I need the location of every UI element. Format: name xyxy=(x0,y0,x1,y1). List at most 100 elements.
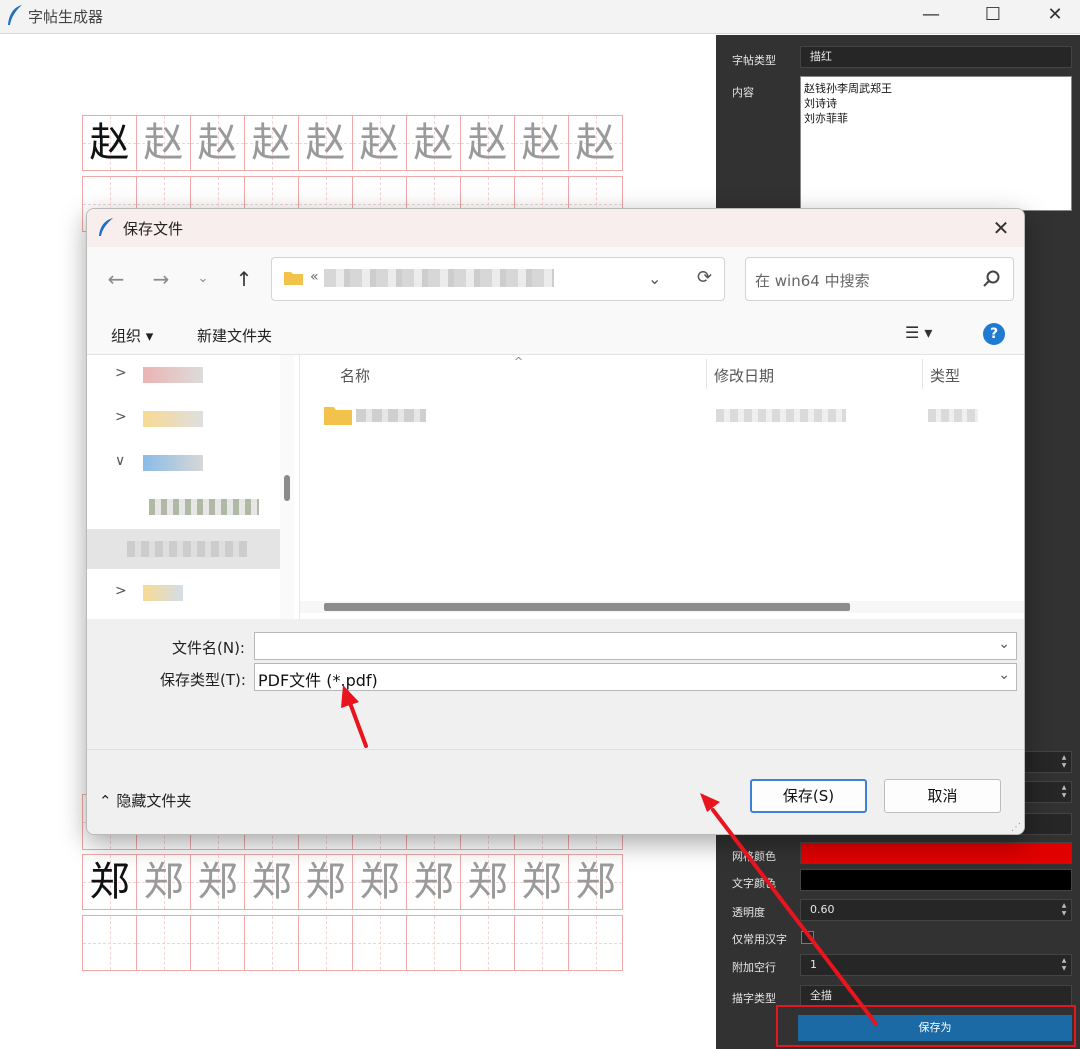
folder-icon xyxy=(284,272,303,285)
filename-input[interactable]: ⌄ xyxy=(254,632,1017,660)
command-bar: 组织 ▾ 新建文件夹 ☰ ▾ ? xyxy=(87,313,1024,355)
nav-tree-item[interactable] xyxy=(87,487,287,527)
content-line: 赵钱孙李周武郑王 xyxy=(804,82,892,95)
grid-char: 赵 xyxy=(197,120,238,166)
forward-arrow-icon[interactable]: → xyxy=(149,267,173,291)
type-select[interactable]: 描红 xyxy=(800,46,1072,68)
dialog-footer: ⌃ 隐藏文件夹 保存(S) 取消 ⋰ xyxy=(87,749,1024,834)
column-header-type[interactable]: 类型 xyxy=(930,365,960,386)
refresh-icon[interactable]: ⟳ xyxy=(697,267,712,288)
grid-char: 郑 xyxy=(413,859,454,905)
search-icon[interactable] xyxy=(981,269,1001,289)
chevron-down-icon[interactable]: ⌄ xyxy=(998,636,1010,652)
grid-char: 郑 xyxy=(251,859,292,905)
address-path-blurred xyxy=(324,269,554,287)
common-only-checkbox[interactable] xyxy=(801,931,814,944)
nav-tree-item-selected[interactable] xyxy=(87,529,280,569)
feather-icon xyxy=(8,5,22,25)
dialog-close-button[interactable]: ✕ xyxy=(988,215,1014,241)
grid-row-zheng: 郑 郑 郑 郑 郑 郑 郑 郑 郑 郑 xyxy=(82,854,623,910)
filetype-value: PDF文件 (*.pdf) xyxy=(258,671,378,690)
save-button[interactable]: 保存(S) xyxy=(750,779,867,813)
grid-char: 郑 xyxy=(575,859,616,905)
collapse-chevron-icon[interactable]: ∨ xyxy=(115,453,125,469)
grid-char: 赵 xyxy=(467,120,508,166)
scroll-thumb[interactable] xyxy=(284,475,290,501)
back-arrow-icon[interactable]: ← xyxy=(104,267,128,291)
filetype-select[interactable]: PDF文件 (*.pdf) ⌄ xyxy=(254,663,1017,691)
content-line: 刘诗诗 xyxy=(804,97,837,110)
grid-char: 郑 xyxy=(359,859,400,905)
extra-rows-value: 1 xyxy=(810,958,817,971)
opacity-label: 透明度 xyxy=(732,906,765,919)
expand-chevron-icon[interactable]: > xyxy=(115,365,127,381)
trace-type-select[interactable]: 全描 xyxy=(800,985,1072,1007)
nav-tree-item[interactable]: ∨ xyxy=(87,443,287,483)
hide-folders-toggle[interactable]: ⌃ 隐藏文件夹 xyxy=(99,790,191,811)
resize-grip-icon[interactable]: ⋰ xyxy=(1011,822,1021,833)
file-type-blurred xyxy=(928,409,978,422)
content-textarea[interactable]: 赵钱孙李周武郑王 刘诗诗 刘亦菲菲 xyxy=(800,76,1072,211)
spin-arrows-icon[interactable]: ▲ ▼ xyxy=(1059,957,1069,973)
expand-chevron-icon[interactable]: > xyxy=(115,583,127,599)
chevron-down-icon[interactable]: ⌄ xyxy=(648,269,661,288)
nav-item-blurred xyxy=(143,455,203,471)
navigation-pane: > > ∨ > xyxy=(87,355,295,619)
file-list: ^ 名称 修改日期 类型 xyxy=(299,355,1024,619)
annotation-highlight-box xyxy=(776,1005,1076,1047)
opacity-value: 0.60 xyxy=(810,903,835,916)
horizontal-scrollbar[interactable] xyxy=(300,601,1024,613)
nav-item-blurred xyxy=(149,499,259,515)
grid-char: 郑 xyxy=(467,859,508,905)
view-options-icon[interactable]: ☰ ▾ xyxy=(905,323,932,342)
maximize-button[interactable]: ☐ xyxy=(962,0,1024,30)
grid-char: 郑 xyxy=(521,859,562,905)
nav-tree-item[interactable]: > xyxy=(87,355,287,395)
spin-arrows-icon[interactable]: ▲ ▼ xyxy=(1059,902,1069,918)
navigation-bar: ← → ⌄ ↑ « ⌄ ⟳ 在 win64 中搜索 xyxy=(87,247,1024,313)
organize-menu[interactable]: 组织 ▾ xyxy=(111,325,153,346)
column-header-date[interactable]: 修改日期 xyxy=(714,365,774,386)
extra-rows-spinbox[interactable]: 1 ▲ ▼ xyxy=(800,954,1072,976)
close-button[interactable]: ✕ xyxy=(1024,0,1080,30)
grid-char: 郑 xyxy=(143,859,184,905)
nav-scrollbar[interactable] xyxy=(280,355,294,619)
nav-tree-item[interactable]: > xyxy=(87,573,287,613)
grid-char: 赵 xyxy=(251,120,292,166)
cancel-button[interactable]: 取消 xyxy=(884,779,1001,813)
extra-rows-label: 附加空行 xyxy=(732,961,776,974)
file-date-blurred xyxy=(716,409,846,422)
file-row[interactable] xyxy=(324,405,1014,429)
column-divider[interactable] xyxy=(706,359,707,389)
grid-char: 赵 xyxy=(413,120,454,166)
grid-char: 赵 xyxy=(521,120,562,166)
nav-item-blurred xyxy=(143,585,183,601)
text-color-swatch[interactable] xyxy=(800,869,1072,891)
nav-tree-item[interactable]: > xyxy=(87,399,287,439)
minimize-button[interactable]: — xyxy=(900,0,962,30)
feather-icon xyxy=(99,218,113,236)
column-header-name[interactable]: 名称 xyxy=(340,365,370,386)
up-arrow-icon[interactable]: ↑ xyxy=(232,267,256,291)
spin-arrows-icon[interactable]: ▲ ▼ xyxy=(1059,754,1069,770)
address-bar[interactable]: « ⌄ xyxy=(271,257,725,301)
column-divider[interactable] xyxy=(922,359,923,389)
expand-chevron-icon[interactable]: > xyxy=(115,409,127,425)
new-folder-button[interactable]: 新建文件夹 xyxy=(197,325,272,346)
scroll-thumb[interactable] xyxy=(324,603,850,611)
sort-ascending-icon: ^ xyxy=(514,355,524,368)
title-bar: 字帖生成器 — ☐ ✕ xyxy=(0,0,1080,34)
spin-arrows-icon[interactable]: ▲ ▼ xyxy=(1059,784,1069,800)
grid-char: 郑 xyxy=(305,859,346,905)
save-form: 文件名(N): ⌄ 保存类型(T): PDF文件 (*.pdf) ⌄ xyxy=(87,619,1024,749)
path-overflow-icon: « xyxy=(310,269,319,285)
trace-type-label: 描字类型 xyxy=(732,992,776,1005)
opacity-spinbox[interactable]: 0.60 ▲ ▼ xyxy=(800,899,1072,921)
recent-locations-chevron-icon[interactable]: ⌄ xyxy=(191,267,215,291)
grid-color-label: 网格颜色 xyxy=(732,850,776,863)
grid-color-swatch[interactable] xyxy=(800,842,1072,864)
chevron-down-icon[interactable]: ⌄ xyxy=(998,667,1010,683)
help-icon[interactable]: ? xyxy=(983,323,1005,345)
content-line: 刘亦菲菲 xyxy=(804,112,848,125)
search-box[interactable]: 在 win64 中搜索 xyxy=(745,257,1014,301)
